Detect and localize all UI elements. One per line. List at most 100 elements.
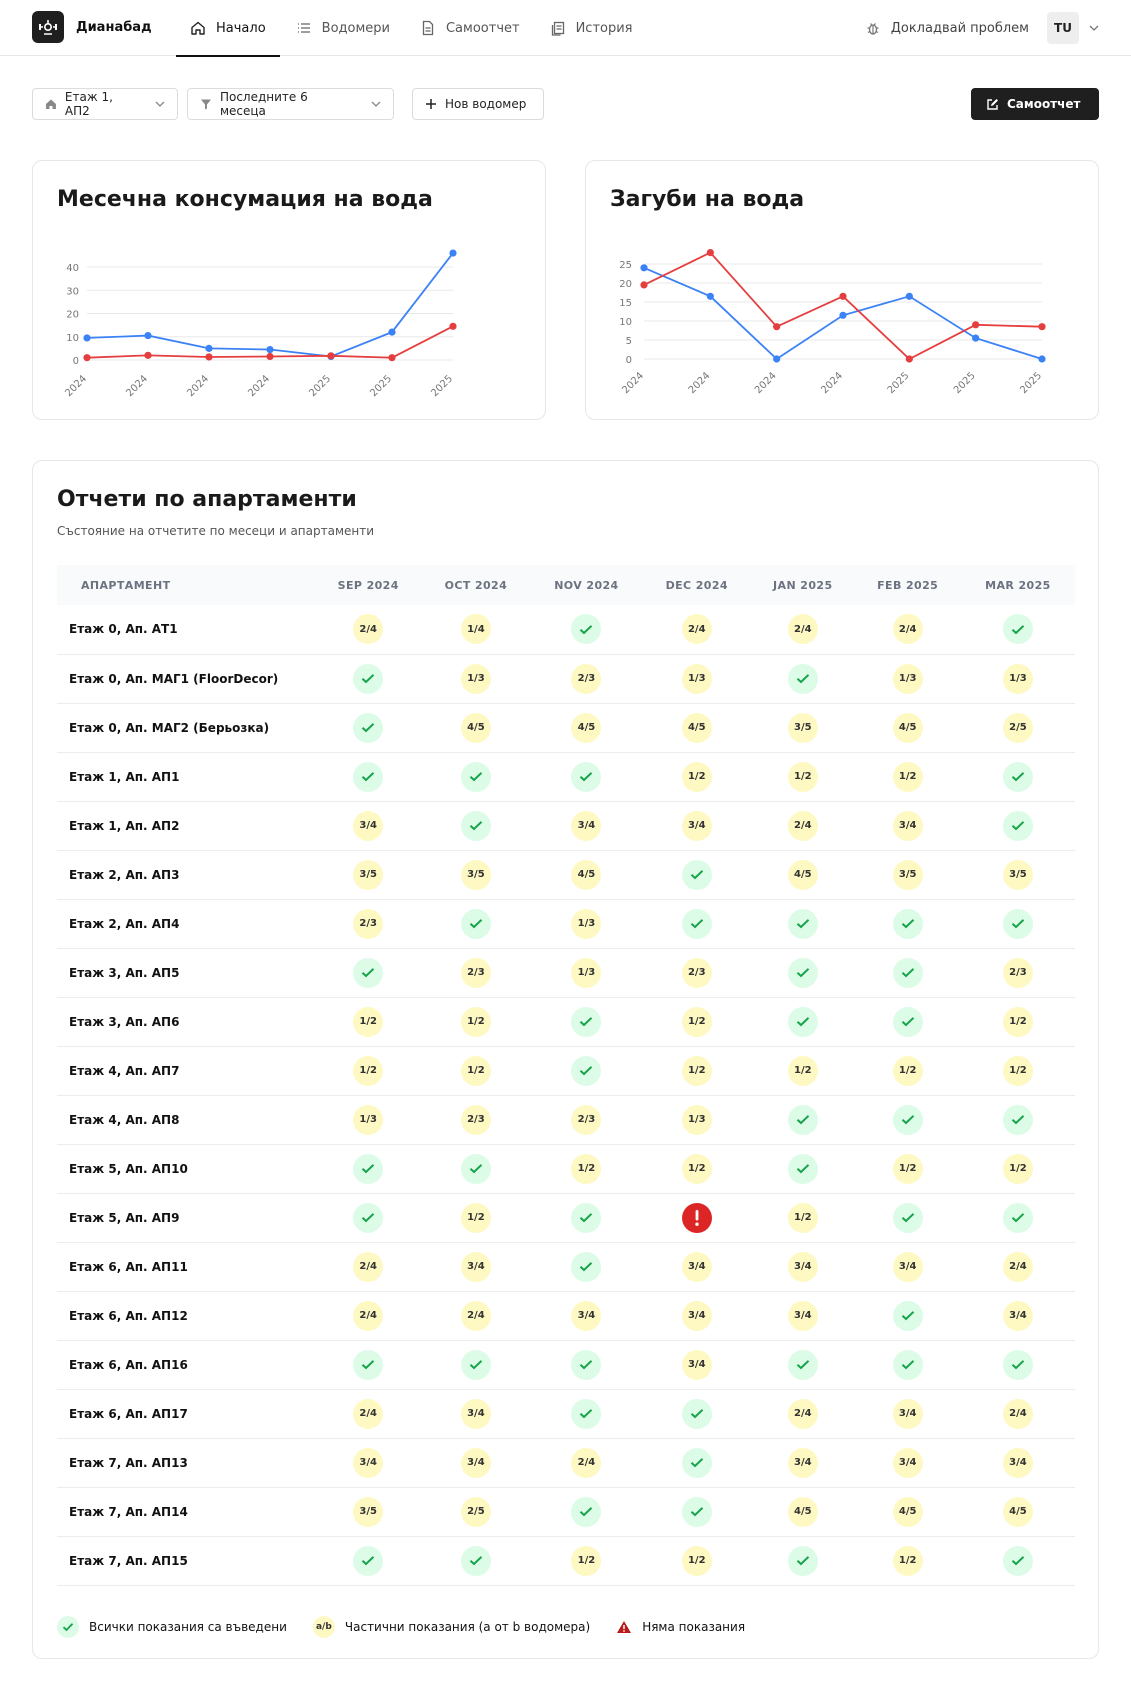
status-cell[interactable] bbox=[961, 1193, 1075, 1242]
status-cell[interactable] bbox=[642, 1487, 751, 1536]
status-cell[interactable]: 1/2 bbox=[751, 1193, 855, 1242]
status-cell[interactable]: 2/3 bbox=[530, 1095, 642, 1144]
status-cell[interactable]: 1/2 bbox=[751, 752, 855, 801]
status-cell[interactable] bbox=[642, 1193, 751, 1242]
status-cell[interactable] bbox=[315, 1144, 421, 1193]
status-cell[interactable]: 1/2 bbox=[751, 1046, 855, 1095]
status-cell[interactable]: 1/3 bbox=[530, 948, 642, 997]
status-cell[interactable] bbox=[530, 997, 642, 1046]
status-cell[interactable] bbox=[961, 1095, 1075, 1144]
status-cell[interactable]: 4/5 bbox=[961, 1487, 1075, 1536]
table-row[interactable]: Етаж 1, Ап. АП2 3/4 3/4 3/4 2/4 3/4 bbox=[57, 801, 1075, 850]
avatar[interactable]: TU bbox=[1047, 12, 1079, 44]
table-row[interactable]: Етаж 6, Ап. АП16 3/4 bbox=[57, 1340, 1075, 1389]
status-cell[interactable]: 3/4 bbox=[855, 1389, 961, 1438]
status-cell[interactable] bbox=[421, 801, 530, 850]
status-cell[interactable]: 4/5 bbox=[642, 703, 751, 752]
status-cell[interactable]: 2/4 bbox=[530, 1438, 642, 1487]
status-cell[interactable]: 3/4 bbox=[642, 1340, 751, 1389]
status-cell[interactable]: 3/5 bbox=[961, 850, 1075, 899]
status-cell[interactable] bbox=[961, 899, 1075, 948]
status-cell[interactable] bbox=[961, 801, 1075, 850]
status-cell[interactable]: 3/4 bbox=[751, 1438, 855, 1487]
status-cell[interactable]: 4/5 bbox=[751, 850, 855, 899]
status-cell[interactable] bbox=[751, 899, 855, 948]
table-row[interactable]: Етаж 2, Ап. АП3 3/5 3/5 4/5 4/5 3/5 3/5 bbox=[57, 850, 1075, 899]
status-cell[interactable] bbox=[315, 1193, 421, 1242]
status-cell[interactable] bbox=[421, 1144, 530, 1193]
status-cell[interactable]: 3/5 bbox=[315, 1487, 421, 1536]
table-row[interactable]: Етаж 1, Ап. АП1 1/2 1/2 1/2 bbox=[57, 752, 1075, 801]
status-cell[interactable]: 2/4 bbox=[421, 1291, 530, 1340]
status-cell[interactable]: 1/2 bbox=[961, 997, 1075, 1046]
status-cell[interactable] bbox=[961, 1536, 1075, 1585]
status-cell[interactable]: 1/2 bbox=[315, 997, 421, 1046]
status-cell[interactable] bbox=[315, 752, 421, 801]
status-cell[interactable] bbox=[642, 1438, 751, 1487]
status-cell[interactable]: 2/4 bbox=[315, 1291, 421, 1340]
status-cell[interactable]: 1/2 bbox=[642, 1536, 751, 1585]
status-cell[interactable] bbox=[530, 605, 642, 654]
status-cell[interactable] bbox=[530, 752, 642, 801]
chevron-down-icon[interactable] bbox=[1089, 23, 1099, 34]
status-cell[interactable]: 2/3 bbox=[530, 654, 642, 703]
status-cell[interactable]: 1/2 bbox=[642, 1144, 751, 1193]
status-cell[interactable] bbox=[751, 1144, 855, 1193]
status-cell[interactable]: 4/5 bbox=[421, 703, 530, 752]
status-cell[interactable]: 2/4 bbox=[315, 605, 421, 654]
status-cell[interactable]: 1/2 bbox=[642, 997, 751, 1046]
status-cell[interactable]: 3/4 bbox=[642, 1242, 751, 1291]
status-cell[interactable]: 2/4 bbox=[751, 605, 855, 654]
status-cell[interactable]: 1/2 bbox=[315, 1046, 421, 1095]
status-cell[interactable]: 2/3 bbox=[961, 948, 1075, 997]
status-cell[interactable]: 4/5 bbox=[855, 703, 961, 752]
brand[interactable]: Дианабад bbox=[32, 11, 152, 43]
status-cell[interactable] bbox=[421, 1536, 530, 1585]
status-cell[interactable]: 3/4 bbox=[421, 1389, 530, 1438]
status-cell[interactable]: 1/2 bbox=[961, 1046, 1075, 1095]
self-report-button[interactable]: Самоотчет bbox=[971, 88, 1099, 120]
status-cell[interactable]: 3/4 bbox=[961, 1438, 1075, 1487]
status-cell[interactable]: 1/3 bbox=[421, 654, 530, 703]
status-cell[interactable]: 2/4 bbox=[751, 1389, 855, 1438]
tab-history[interactable]: История bbox=[536, 0, 647, 56]
status-cell[interactable]: 2/5 bbox=[421, 1487, 530, 1536]
table-row[interactable]: Етаж 6, Ап. АП17 2/4 3/4 2/4 3/4 2/4 bbox=[57, 1389, 1075, 1438]
status-cell[interactable] bbox=[642, 899, 751, 948]
status-cell[interactable]: 3/4 bbox=[421, 1242, 530, 1291]
status-cell[interactable] bbox=[421, 752, 530, 801]
status-cell[interactable]: 1/2 bbox=[421, 997, 530, 1046]
status-cell[interactable]: 1/2 bbox=[961, 1144, 1075, 1193]
table-row[interactable]: Етаж 7, Ап. АП13 3/4 3/4 2/4 3/4 3/4 3/4 bbox=[57, 1438, 1075, 1487]
status-cell[interactable]: 1/3 bbox=[855, 654, 961, 703]
status-cell[interactable]: 3/4 bbox=[642, 1291, 751, 1340]
status-cell[interactable] bbox=[315, 948, 421, 997]
table-row[interactable]: Етаж 0, Ап. МАГ1 (FloorDecor) 1/3 2/3 1/3 1/… bbox=[57, 654, 1075, 703]
status-cell[interactable]: 3/4 bbox=[961, 1291, 1075, 1340]
table-row[interactable]: Етаж 2, Ап. АП4 2/3 1/3 bbox=[57, 899, 1075, 948]
tab-self-report[interactable]: Самоотчет bbox=[406, 0, 534, 56]
status-cell[interactable]: 3/5 bbox=[751, 703, 855, 752]
status-cell[interactable] bbox=[751, 1340, 855, 1389]
status-cell[interactable] bbox=[530, 1487, 642, 1536]
table-row[interactable]: Етаж 0, Ап. АТ1 2/4 1/4 2/4 2/4 2/4 bbox=[57, 605, 1075, 654]
tab-home[interactable]: Начало bbox=[176, 0, 280, 57]
status-cell[interactable]: 3/4 bbox=[751, 1291, 855, 1340]
status-cell[interactable] bbox=[642, 850, 751, 899]
status-cell[interactable]: 2/4 bbox=[642, 605, 751, 654]
status-cell[interactable]: 4/5 bbox=[751, 1487, 855, 1536]
status-cell[interactable]: 1/2 bbox=[530, 1536, 642, 1585]
status-cell[interactable]: 3/4 bbox=[530, 801, 642, 850]
status-cell[interactable]: 1/2 bbox=[421, 1046, 530, 1095]
table-row[interactable]: Етаж 5, Ап. АП9 1/2 1/2 bbox=[57, 1193, 1075, 1242]
status-cell[interactable]: 3/4 bbox=[315, 801, 421, 850]
status-cell[interactable]: 4/5 bbox=[530, 850, 642, 899]
new-meter-button[interactable]: Нов водомер bbox=[412, 88, 544, 120]
status-cell[interactable] bbox=[961, 605, 1075, 654]
table-row[interactable]: Етаж 6, Ап. АП11 2/4 3/4 3/4 3/4 3/4 2/4 bbox=[57, 1242, 1075, 1291]
status-cell[interactable] bbox=[530, 1389, 642, 1438]
status-cell[interactable]: 3/4 bbox=[855, 1438, 961, 1487]
status-cell[interactable]: 3/5 bbox=[855, 850, 961, 899]
status-cell[interactable] bbox=[530, 1046, 642, 1095]
status-cell[interactable]: 1/2 bbox=[855, 1536, 961, 1585]
